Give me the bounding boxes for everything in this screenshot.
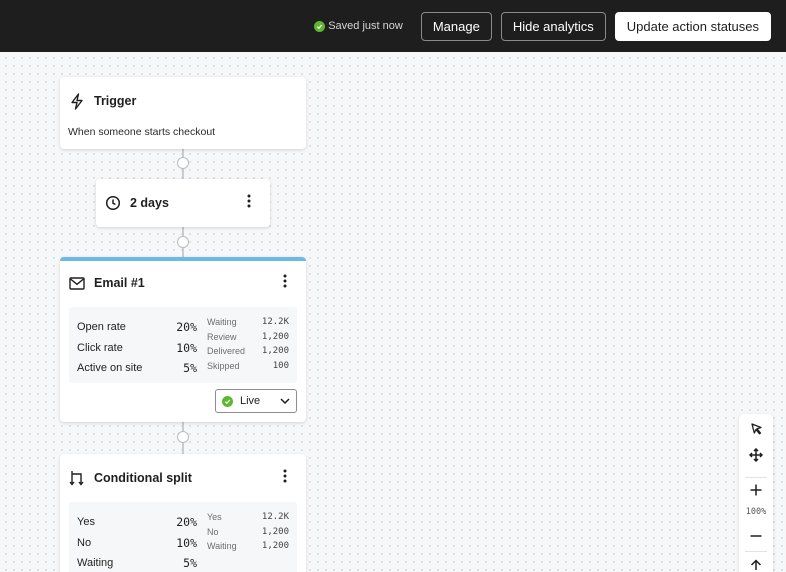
pan-tool-button[interactable] [739,447,773,467]
email-stats: Open rate 20% Click rate 10% Active on sit… [69,307,297,383]
stat-value: 20% [176,515,197,530]
plus-icon [750,483,762,501]
stat-value: 20% [176,320,197,335]
stat-row: Waiting 5% [77,553,197,572]
check-circle-icon [314,20,326,32]
connector-node[interactable] [177,236,189,248]
count-value: 100 [272,360,289,371]
email-more-menu[interactable] [278,274,292,292]
count-value: 1,200 [261,526,289,537]
trigger-description: When someone starts checkout [68,126,216,138]
select-tool-button[interactable] [739,421,773,441]
stat-value: 5% [183,361,197,376]
zoom-level: 100% [745,507,767,517]
count-label: Delivered [207,346,246,357]
email-title: Email #1 [94,276,145,290]
count-row: Yes 12.2K [207,510,289,525]
zoom-in-button[interactable] [739,482,773,502]
stat-row: Yes 20% [77,512,197,533]
arrow-up-icon [750,558,762,572]
lightning-icon [68,92,86,110]
stat-label: Yes [77,516,95,529]
count-value: 1,200 [261,331,289,342]
connector-node[interactable] [177,157,189,169]
top-bar: Saved just now Manage Hide analytics Upd… [0,0,786,52]
divider [745,477,767,478]
minus-icon [750,524,762,542]
canvas-controls: 100% [739,414,773,572]
stat-value: 10% [176,535,197,550]
cursor-arrow-icon [750,422,763,440]
count-value: 12.2K [261,317,289,328]
delay-more-menu[interactable] [242,194,256,212]
count-row: Skipped 100 [207,359,289,374]
scroll-up-button[interactable] [739,557,773,572]
split-stats: Yes 20% No 10% Waiting 5% Yes 12.2K No 1,200 … [69,502,297,572]
update-action-statuses-button[interactable]: Update action statuses [614,11,771,41]
kebab-icon [283,274,287,293]
conditional-split-card[interactable]: Conditional split Yes 20% No 10% Waiting 5%… [60,454,306,572]
connector-node[interactable] [177,431,189,443]
chevron-down-icon [280,395,290,407]
kebab-icon [283,469,287,488]
stat-value: 10% [176,340,197,355]
stat-label: Active on site [77,362,143,375]
count-label: Skipped [207,360,240,371]
count-row: No 1,200 [207,525,289,540]
stat-label: Open rate [77,321,126,334]
count-value: 12.2K [261,512,289,523]
split-icon [68,469,86,487]
hide-analytics-button[interactable]: Hide analytics [500,11,606,41]
count-row: Waiting 1,200 [207,539,289,554]
manage-button[interactable]: Manage [420,11,492,41]
divider [745,551,767,552]
email-card[interactable]: Email #1 Open rate 20% Click rate 10% Acti… [60,257,306,422]
count-row: Review 1,200 [207,330,289,345]
count-label: Waiting [207,317,237,328]
stat-label: Click rate [77,341,123,354]
trigger-title: Trigger [94,94,137,108]
live-status-icon [222,395,233,407]
save-status-text: Saved just now [328,20,403,32]
stat-label: No [77,536,92,549]
count-value: 1,200 [261,541,289,552]
status-label: Live [240,395,261,407]
stat-row: Active on site 5% [77,358,197,379]
delay-title: 2 days [130,196,169,210]
stat-row: Click rate 10% [77,338,197,359]
kebab-icon [247,194,251,213]
zoom-out-button[interactable] [739,523,773,543]
status-dropdown[interactable]: Live [215,389,297,413]
count-label: Waiting [207,541,237,552]
count-label: Yes [207,512,222,523]
split-more-menu[interactable] [278,469,292,487]
stat-value: 5% [183,556,197,571]
split-title: Conditional split [94,471,192,485]
stat-label: Waiting [77,557,114,570]
stat-row: No 10% [77,533,197,554]
count-label: Review [207,331,237,342]
count-label: No [207,526,219,537]
stat-row: Open rate 20% [77,317,197,338]
count-row: Waiting 12.2K [207,315,289,330]
delay-card[interactable]: 2 days [96,179,270,227]
clock-icon [104,194,122,212]
count-row: Delivered 1,200 [207,344,289,359]
save-status: Saved just now [314,20,403,32]
move-icon [748,447,764,467]
trigger-card[interactable]: Trigger When someone starts checkout [60,77,306,149]
count-value: 1,200 [261,346,289,357]
mail-icon [68,274,86,292]
